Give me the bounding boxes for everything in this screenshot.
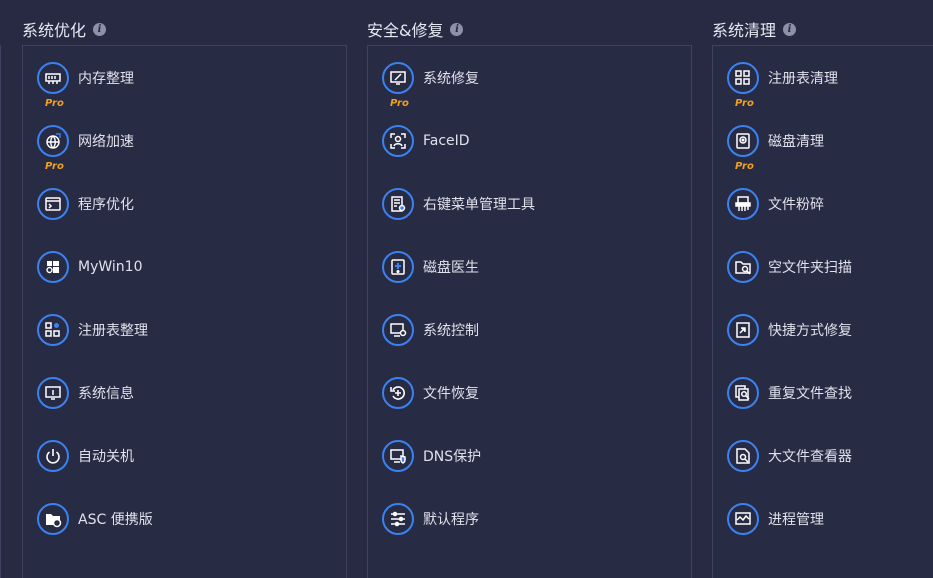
- power-icon: [37, 440, 69, 472]
- tool-large-file-viewer[interactable]: 大文件查看器: [727, 436, 852, 476]
- tool-label: 系统信息: [78, 386, 134, 402]
- section-title: 系统清理 i: [712, 17, 797, 41]
- file-shredder-icon: [727, 188, 759, 220]
- tool-file-shredder[interactable]: 文件粉碎: [727, 184, 824, 224]
- tool-duplicate-finder[interactable]: 重复文件查找: [727, 373, 852, 413]
- registry-clean-icon: Pro: [727, 62, 759, 109]
- tool-label: 系统修复: [423, 71, 479, 87]
- tool-label: 文件恢复: [423, 386, 479, 402]
- portable-folder-icon: [37, 503, 69, 535]
- monitor-info-icon: [37, 377, 69, 409]
- tool-registry-clean[interactable]: Pro 注册表清理: [727, 58, 838, 109]
- section-title: 安全&修复 i: [367, 17, 464, 41]
- pro-badge: Pro: [45, 98, 64, 109]
- windows-gear-icon: [37, 251, 69, 283]
- tool-label: 进程管理: [768, 512, 824, 528]
- section-title-text: 系统优化: [22, 21, 87, 40]
- info-icon[interactable]: i: [450, 22, 464, 36]
- tool-label: 大文件查看器: [768, 449, 852, 465]
- disk-doctor-icon: [382, 251, 414, 283]
- tool-label: MyWin10: [78, 259, 143, 275]
- info-icon[interactable]: i: [783, 22, 797, 36]
- tool-memory-cleanup[interactable]: Pro 内存整理: [37, 58, 134, 109]
- process-monitor-icon: [727, 503, 759, 535]
- dns-shield-icon: [382, 440, 414, 472]
- tool-label: 磁盘清理: [768, 134, 824, 150]
- large-file-icon: [727, 440, 759, 472]
- tool-program-optimize[interactable]: 程序优化: [37, 184, 134, 224]
- tool-label: 内存整理: [78, 71, 134, 87]
- pro-badge: Pro: [735, 98, 754, 109]
- tool-label: 右键菜单管理工具: [423, 197, 535, 213]
- tool-system-info[interactable]: 系统信息: [37, 373, 134, 413]
- tool-panel: Pro 内存整理 Pro 网络加速 程序优化 MyWin10 注册表整理 系统信…: [22, 45, 347, 578]
- shortcut-fix-icon: [727, 314, 759, 346]
- window-program-icon: [37, 188, 69, 220]
- pro-badge: Pro: [390, 98, 409, 109]
- tool-dns-protection[interactable]: DNS保护: [382, 436, 481, 476]
- registry-grid-icon: [37, 314, 69, 346]
- tool-registry-defrag[interactable]: 注册表整理: [37, 310, 148, 350]
- tool-label: 快捷方式修复: [768, 323, 852, 339]
- tool-empty-folder-scan[interactable]: 空文件夹扫描: [727, 247, 852, 287]
- info-icon[interactable]: i: [93, 22, 107, 36]
- left-panel-edge: [0, 45, 1, 578]
- tool-disk-clean[interactable]: Pro 磁盘清理: [727, 121, 824, 172]
- tool-auto-shutdown[interactable]: 自动关机: [37, 436, 134, 476]
- tool-label: 网络加速: [78, 134, 134, 150]
- context-menu-icon: [382, 188, 414, 220]
- section-title-text: 系统清理: [712, 21, 777, 40]
- tool-label: 磁盘医生: [423, 260, 479, 276]
- tool-panel: Pro 注册表清理 Pro 磁盘清理 文件粉碎 空文件夹扫描 快捷方式修复 重复…: [712, 45, 933, 578]
- face-id-icon: [382, 125, 414, 157]
- tool-label: 重复文件查找: [768, 386, 852, 402]
- memory-chip-icon: Pro: [37, 62, 69, 109]
- tool-system-control[interactable]: 系统控制: [382, 310, 479, 350]
- file-recovery-icon: [382, 377, 414, 409]
- tool-network-boost[interactable]: Pro 网络加速: [37, 121, 134, 172]
- tool-mywin10[interactable]: MyWin10: [37, 247, 142, 287]
- disk-clean-icon: Pro: [727, 125, 759, 172]
- tool-context-menu-manager[interactable]: 右键菜单管理工具: [382, 184, 535, 224]
- tool-asc-portable[interactable]: ASC 便携版: [37, 499, 153, 539]
- tool-faceid[interactable]: FaceID: [382, 121, 470, 161]
- sliders-icon: [382, 503, 414, 535]
- tool-label: 自动关机: [78, 449, 134, 465]
- section-title-text: 安全&修复: [367, 21, 444, 40]
- tool-system-repair[interactable]: Pro 系统修复: [382, 58, 479, 109]
- empty-folder-scan-icon: [727, 251, 759, 283]
- system-control-icon: [382, 314, 414, 346]
- tool-label: 文件粉碎: [768, 197, 824, 213]
- tool-label: 程序优化: [78, 197, 134, 213]
- globe-rocket-icon: Pro: [37, 125, 69, 172]
- tool-label: 空文件夹扫描: [768, 260, 852, 276]
- pro-badge: Pro: [45, 161, 64, 172]
- tool-label: 系统控制: [423, 323, 479, 339]
- tool-label: 注册表清理: [768, 71, 838, 87]
- tool-label: FaceID: [423, 133, 470, 149]
- tool-disk-doctor[interactable]: 磁盘医生: [382, 247, 479, 287]
- duplicate-file-icon: [727, 377, 759, 409]
- monitor-repair-icon: Pro: [382, 62, 414, 109]
- tool-label: 默认程序: [423, 512, 479, 528]
- tool-process-manager[interactable]: 进程管理: [727, 499, 824, 539]
- tool-label: DNS保护: [423, 449, 482, 465]
- section-title: 系统优化 i: [22, 17, 107, 41]
- tool-label: 注册表整理: [78, 323, 148, 339]
- tool-shortcut-fix[interactable]: 快捷方式修复: [727, 310, 852, 350]
- pro-badge: Pro: [735, 161, 754, 172]
- tool-file-recovery[interactable]: 文件恢复: [382, 373, 479, 413]
- tool-panel: Pro 系统修复 FaceID 右键菜单管理工具 磁盘医生 系统控制 文件恢复 …: [367, 45, 692, 578]
- tool-default-programs[interactable]: 默认程序: [382, 499, 479, 539]
- tool-label: ASC 便携版: [78, 512, 153, 528]
